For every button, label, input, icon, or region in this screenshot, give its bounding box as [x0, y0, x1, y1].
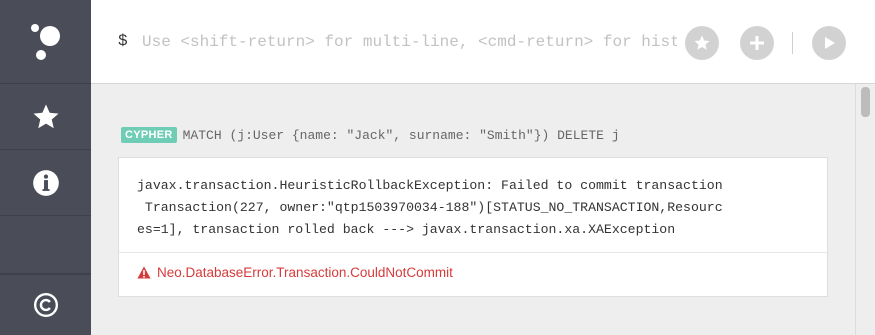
plus-icon [750, 36, 764, 50]
error-message-line: Transaction(227, owner:"qtp1503970034-18… [137, 200, 723, 215]
star-icon [33, 104, 58, 128]
sidebar [0, 0, 91, 335]
error-message-line: javax.transaction.HeuristicRollbackExcep… [137, 178, 723, 193]
cypher-badge: CYPHER [121, 127, 177, 143]
toolbar-divider [792, 32, 793, 54]
error-message: javax.transaction.HeuristicRollbackExcep… [137, 175, 817, 241]
warning-icon [137, 266, 151, 279]
favorite-button[interactable] [685, 26, 719, 60]
result-divider [119, 252, 827, 253]
query-input[interactable]: Use <shift-return> for multi-line, <cmd-… [142, 33, 677, 51]
error-status: Neo.DatabaseError.Transaction.CouldNotCo… [137, 265, 453, 280]
sidebar-item-about[interactable] [0, 274, 91, 335]
sidebar-item-logo[interactable] [0, 0, 91, 84]
star-icon [694, 35, 710, 50]
sidebar-spacer [0, 216, 91, 274]
play-icon [825, 37, 835, 49]
run-button[interactable] [812, 26, 846, 60]
sidebar-item-favorites[interactable] [0, 84, 91, 150]
frame-command[interactable]: MATCH (j:User {name: "Jack", surname: "S… [183, 128, 620, 143]
sidebar-item-info[interactable] [0, 150, 91, 216]
add-button[interactable] [740, 26, 774, 60]
result-frame: javax.transaction.HeuristicRollbackExcep… [118, 157, 828, 297]
info-icon [32, 169, 59, 196]
result-area: CYPHER MATCH (j:User {name: "Jack", surn… [91, 84, 875, 335]
editor-bar: $ Use <shift-return> for multi-line, <cm… [91, 0, 875, 84]
scrollbar[interactable] [855, 84, 875, 335]
error-message-line: es=1], transaction rolled back ---> java… [137, 222, 676, 237]
logo-icon [30, 23, 60, 60]
scrollbar-thumb[interactable] [861, 87, 870, 117]
copyright-icon [33, 292, 58, 318]
frame-header[interactable]: CYPHER MATCH (j:User {name: "Jack", surn… [121, 126, 620, 144]
editor-prompt: $ [118, 32, 128, 50]
error-code: Neo.DatabaseError.Transaction.CouldNotCo… [157, 265, 453, 280]
